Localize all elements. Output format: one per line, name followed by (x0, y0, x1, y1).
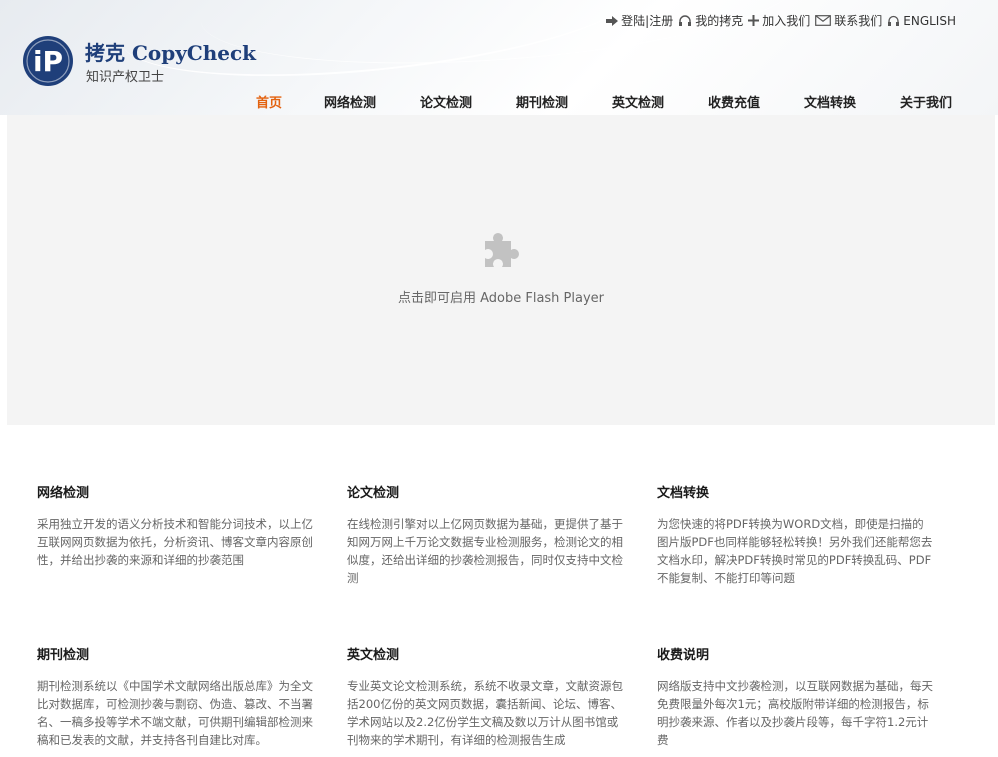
nav-home[interactable]: 首页 (256, 92, 282, 111)
feature-card-web-check: 网络检测 采用独立开发的语义分析技术和智能分词技术，以上亿互联网网页数据为依托，… (37, 482, 315, 569)
plus-icon (748, 15, 760, 26)
join-us-label: 加入我们 (762, 14, 811, 28)
contact-us-label: 联系我们 (834, 14, 883, 28)
ip-logo[interactable]: iP (22, 35, 74, 87)
brand-tagline: 知识产权卫士 (86, 70, 165, 85)
join-us-link[interactable]: 加入我们 (748, 12, 810, 29)
login-register-label: 登陆|注册 (621, 14, 674, 28)
brand-name: 拷克 CopyCheck (85, 41, 257, 65)
card-description: 采用独立开发的语义分析技术和智能分词技术，以上亿互联网网页数据为依托，分析资讯、… (37, 517, 313, 567)
top-links: 登陆|注册 我的拷克 加入我们 联系我们 ENGLISH (601, 12, 956, 29)
card-description: 专业英文论文检测系统，系统不收录文章，文献资源包括200亿份的英文网页数据，囊括… (347, 679, 623, 747)
flash-placeholder[interactable]: 点击即可启用 Adobe Flash Player (7, 115, 995, 425)
arrow-right-icon (606, 15, 619, 26)
card-title[interactable]: 英文检测 (347, 644, 625, 663)
card-title[interactable]: 论文检测 (347, 482, 625, 501)
my-copycheck-label: 我的拷克 (695, 14, 744, 28)
card-title[interactable]: 期刊检测 (37, 644, 315, 663)
feature-card-doc-convert: 文档转换 为您快速的将PDF转换为WORD文档，即使是扫描的图片版PDF也同样能… (657, 482, 935, 587)
nav-journal-check[interactable]: 期刊检测 (516, 92, 568, 111)
puzzle-icon (485, 233, 519, 267)
nav-web-check[interactable]: 网络检测 (324, 92, 376, 111)
flash-enable-message[interactable]: 点击即可启用 Adobe Flash Player (7, 287, 995, 306)
contact-us-link[interactable]: 联系我们 (815, 12, 882, 29)
nav-doc-convert[interactable]: 文档转换 (804, 92, 856, 111)
card-description: 为您快速的将PDF转换为WORD文档，即使是扫描的图片版PDF也同样能够轻松转换… (657, 517, 933, 585)
english-label: ENGLISH (903, 13, 956, 28)
feature-card-journal-check: 期刊检测 期刊检测系统以《中国学术文献网络出版总库》为全文比对数据库，可检测抄袭… (37, 644, 315, 749)
nav-payment[interactable]: 收费充值 (708, 92, 760, 111)
globe-icon (888, 15, 900, 26)
card-description: 网络版支持中文抄袭检测，以互联网数据为基础，每天免费限量外每次1元；高校版附带详… (657, 679, 933, 747)
english-link[interactable]: ENGLISH (887, 14, 956, 28)
card-description: 在线检测引擎对以上亿网页数据为基础，更提供了基于知网万网上千万论文数据专业检测服… (347, 517, 623, 585)
login-register-link[interactable]: 登陆|注册 (606, 12, 673, 29)
card-title[interactable]: 收费说明 (657, 644, 935, 663)
main-nav: 首页 网络检测 论文检测 期刊检测 英文检测 收费充值 文档转换 关于我们 (0, 92, 998, 112)
my-copycheck-link[interactable]: 我的拷克 (678, 12, 743, 29)
logo-text: iP (33, 45, 63, 78)
nav-about-us[interactable]: 关于我们 (900, 92, 952, 111)
nav-english-check[interactable]: 英文检测 (612, 92, 664, 111)
card-title[interactable]: 文档转换 (657, 482, 935, 501)
feature-card-pricing: 收费说明 网络版支持中文抄袭检测，以互联网数据为基础，每天免费限量外每次1元；高… (657, 644, 935, 749)
nav-thesis-check[interactable]: 论文检测 (420, 92, 472, 111)
envelope-icon (815, 15, 832, 26)
feature-card-thesis-check: 论文检测 在线检测引擎对以上亿网页数据为基础，更提供了基于知网万网上千万论文数据… (347, 482, 625, 587)
card-description: 期刊检测系统以《中国学术文献网络出版总库》为全文比对数据库，可检测抄袭与剽窃、伪… (37, 679, 313, 747)
headset-icon (679, 14, 692, 26)
card-title[interactable]: 网络检测 (37, 482, 315, 501)
feature-card-english-check: 英文检测 专业英文论文检测系统，系统不收录文章，文献资源包括200亿份的英文网页… (347, 644, 625, 749)
